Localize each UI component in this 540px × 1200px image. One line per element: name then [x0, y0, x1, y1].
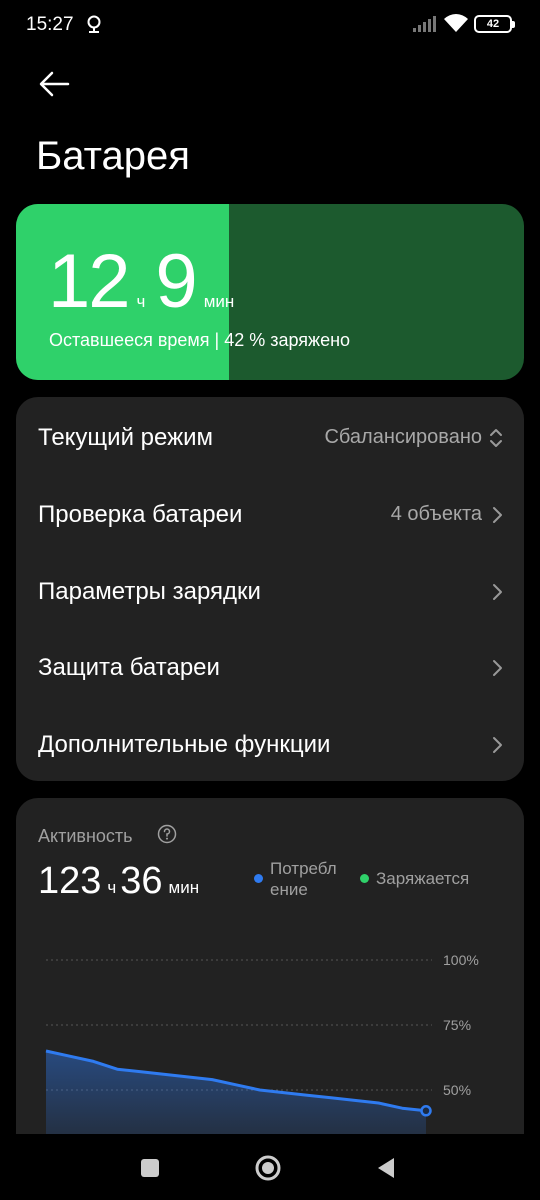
battery-icon: 42: [474, 15, 515, 33]
status-time: 15:27: [26, 14, 74, 35]
chart-y-tick-label: 75%: [443, 1017, 471, 1033]
legend-consumption-line1: Потребл: [270, 859, 337, 878]
legend-dot-charging: [360, 874, 369, 883]
activity-hours: 123: [38, 860, 102, 902]
activity-chart: 100% 75% 50%: [45, 952, 479, 1138]
battery-level-text: 42: [486, 18, 500, 30]
activity-minutes-unit: мин: [168, 878, 200, 897]
back-arrow-icon[interactable]: [34, 66, 74, 102]
back-triangle-icon[interactable]: [370, 1152, 402, 1184]
settings-row-battery-check[interactable]: Проверка батареи 4 объекта: [16, 476, 524, 553]
settings-row-charging-params[interactable]: Параметры зарядки: [16, 553, 524, 630]
activity-hours-unit: ч: [107, 878, 117, 897]
minutes-unit: мин: [203, 292, 235, 311]
chart-y-tick-label: 100%: [443, 952, 479, 968]
row-label: Проверка батареи: [38, 500, 243, 528]
activity-total-time: 123 ч 36 мин: [38, 862, 203, 900]
row-value: 4 объекта: [390, 503, 482, 525]
remaining-hours: 12: [48, 239, 131, 324]
activity-card: Активность 123 ч 36 мин Потребл ение Зар…: [16, 798, 524, 1138]
chart-current-point: [420, 1105, 432, 1117]
battery-settings-screen: 15:27 42 Батарея 12 ч 9 мин Оставшееся в…: [0, 0, 540, 1200]
legend-consumption: Потребл ение: [270, 858, 337, 900]
chevron-right-icon: [493, 659, 502, 676]
row-label: Текущий режим: [38, 423, 214, 451]
row-value: Сбалансировано: [324, 426, 482, 448]
settings-list: Текущий режим Сбалансировано Проверка ба…: [16, 397, 524, 781]
up-down-arrows-icon: [490, 428, 502, 447]
help-circle-icon[interactable]: [157, 824, 177, 844]
settings-row-current-mode[interactable]: Текущий режим Сбалансировано: [16, 399, 524, 476]
settings-row-extra-features[interactable]: Дополнительные функции: [16, 706, 524, 783]
navigation-bar: [0, 1134, 540, 1200]
legend-consumption-line2: ение: [270, 880, 308, 899]
activity-minutes: 36: [120, 860, 163, 902]
status-bar: 15:27 42: [0, 0, 540, 52]
recents-square-icon[interactable]: [134, 1152, 166, 1184]
activity-title: Активность: [38, 826, 133, 846]
row-label: Дополнительные функции: [38, 730, 331, 758]
battery-caption: Оставшееся время | 42 % заряжено: [49, 330, 351, 350]
wifi-icon: [444, 14, 468, 32]
chevron-right-icon: [493, 506, 502, 523]
legend-dot-consumption: [254, 874, 263, 883]
battery-remaining-card: 12 ч 9 мин Оставшееся время | 42 % заряж…: [16, 204, 524, 380]
row-label: Параметры зарядки: [38, 577, 261, 605]
chevron-right-icon: [493, 583, 502, 600]
page-title: Батарея: [36, 134, 190, 178]
alarm-icon: [87, 15, 101, 33]
remaining-time: 12 ч 9 мин: [48, 244, 244, 320]
remaining-minutes: 9: [155, 239, 197, 324]
settings-row-battery-protection[interactable]: Защита батареи: [16, 629, 524, 706]
signal-icon: [413, 16, 436, 32]
row-label: Защита батареи: [38, 653, 220, 681]
legend-charging: Заряжается: [376, 869, 470, 888]
hours-unit: ч: [136, 292, 146, 311]
chart-y-tick-label: 50%: [443, 1082, 471, 1098]
chevron-right-icon: [493, 736, 502, 753]
home-circle-icon[interactable]: [252, 1152, 284, 1184]
